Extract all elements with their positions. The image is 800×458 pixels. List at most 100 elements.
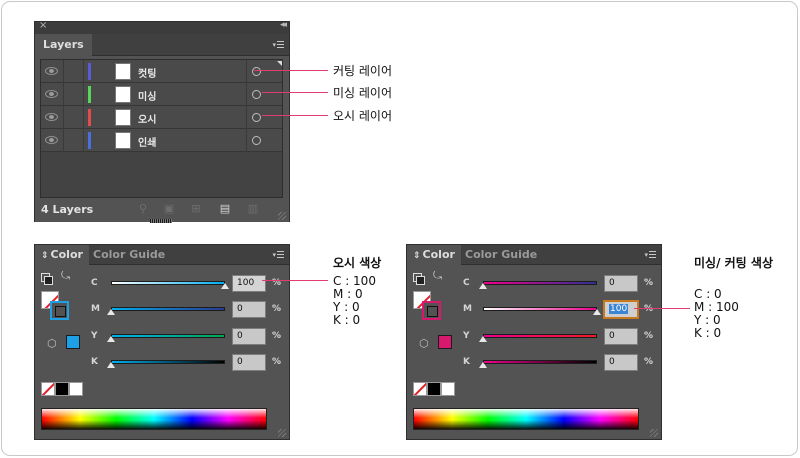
black-swatch[interactable] xyxy=(427,382,441,396)
layer-row-osi[interactable]: 오시 xyxy=(41,106,282,129)
m-slider-thumb[interactable] xyxy=(593,309,601,315)
percent-label: % xyxy=(644,278,654,288)
y-value-input[interactable]: 0 xyxy=(232,328,266,345)
visibility-eye-icon[interactable] xyxy=(45,67,58,75)
default-fill-stroke-icon[interactable] xyxy=(413,273,425,285)
gamut-color-swatch[interactable] xyxy=(438,335,452,349)
y-slider[interactable] xyxy=(111,334,225,338)
color-tabbar: ⇕ Color Color Guide ▾ xyxy=(35,245,289,266)
channel-label: Y xyxy=(91,331,98,341)
color-spectrum-ramp[interactable] xyxy=(413,408,639,430)
clipping-mask-icon[interactable]: ▣ xyxy=(163,203,175,215)
y-slider[interactable] xyxy=(483,334,597,338)
m-value-input[interactable]: 100 xyxy=(604,301,638,318)
channel-label: Y xyxy=(463,331,470,341)
quick-swatches xyxy=(41,382,84,396)
layer-row-print[interactable]: 인쇄 xyxy=(41,129,282,152)
scroll-grip[interactable] xyxy=(150,219,172,223)
close-icon[interactable]: × xyxy=(39,20,47,31)
resize-grip-icon[interactable] xyxy=(278,212,286,220)
black-swatch[interactable] xyxy=(55,382,69,396)
panel-menu-icon[interactable]: ▾ xyxy=(270,250,284,260)
visibility-eye-icon[interactable] xyxy=(45,136,58,144)
c-slider-thumb[interactable] xyxy=(479,283,487,289)
k-slider[interactable] xyxy=(111,360,225,364)
missing-color-values: C : 0 M : 100 Y : 0 K : 0 xyxy=(694,288,739,340)
resize-grip-icon[interactable] xyxy=(650,429,658,437)
k-value-input[interactable]: 0 xyxy=(232,354,266,371)
layer-row-missing[interactable]: 미싱 xyxy=(41,83,282,106)
layer-color-bar xyxy=(88,63,91,80)
y-slider-thumb[interactable] xyxy=(107,336,115,342)
c-slider[interactable] xyxy=(483,281,597,285)
divider xyxy=(246,106,247,129)
m-slider[interactable] xyxy=(483,307,597,311)
callout-osi-layer: 오시 레이어 xyxy=(333,109,393,123)
channel-c: C 100 % xyxy=(91,275,287,297)
layer-name[interactable]: 오시 xyxy=(138,111,156,126)
y-slider-thumb[interactable] xyxy=(479,336,487,342)
layer-name[interactable]: 컷팅 xyxy=(138,65,156,80)
c-value-input[interactable]: 100 xyxy=(232,275,266,292)
layer-row-cutting[interactable]: 컷팅 xyxy=(41,60,282,83)
y-value-input[interactable]: 0 xyxy=(604,328,638,345)
channel-y: Y 0 % xyxy=(91,328,287,350)
resize-grip-icon[interactable] xyxy=(278,429,286,437)
k-slider[interactable] xyxy=(483,360,597,364)
channel-c: C 0 % xyxy=(463,275,659,297)
panel-menu-icon[interactable]: ▾ xyxy=(270,40,284,50)
tab-color[interactable]: ⇕ Color xyxy=(35,245,89,266)
c-value-input[interactable]: 0 xyxy=(604,275,638,292)
visibility-eye-icon[interactable] xyxy=(45,113,58,121)
k-slider-thumb[interactable] xyxy=(107,362,115,368)
layer-color-bar xyxy=(88,109,91,126)
channel-m: M 0 % xyxy=(91,301,287,323)
tab-color[interactable]: ⇕ Color xyxy=(407,245,461,266)
gamut-color-swatch[interactable] xyxy=(66,335,80,349)
m-slider-thumb[interactable] xyxy=(107,309,115,315)
layer-color-bar xyxy=(88,86,91,103)
out-of-gamut-cube-icon[interactable]: ⬡ xyxy=(419,337,429,350)
tab-color-guide[interactable]: Color Guide xyxy=(459,245,543,265)
divider xyxy=(246,60,247,83)
target-circle-icon[interactable] xyxy=(252,90,261,99)
current-layer-indicator-icon xyxy=(277,61,282,66)
stroke-swatch[interactable] xyxy=(422,301,441,320)
m-slider[interactable] xyxy=(111,307,225,311)
white-swatch[interactable] xyxy=(69,382,83,396)
locate-object-icon[interactable]: ⚲ xyxy=(137,203,149,215)
panel-menu-icon[interactable]: ▾ xyxy=(642,250,656,260)
channel-k: K 0 % xyxy=(463,354,659,376)
target-circle-icon[interactable] xyxy=(252,136,261,145)
callout-line xyxy=(262,115,328,116)
layers-count: 4 Layers xyxy=(41,203,94,216)
new-sublayer-icon[interactable]: ⊞ xyxy=(190,203,202,215)
swap-fill-stroke-icon[interactable]: ⤿ xyxy=(61,269,70,283)
collapse-icon[interactable]: ◂◂ xyxy=(280,20,287,30)
trash-icon[interactable]: ▥ xyxy=(247,203,259,215)
c-slider[interactable] xyxy=(111,281,225,285)
m-value-input[interactable]: 0 xyxy=(232,301,266,318)
layer-name[interactable]: 인쇄 xyxy=(138,134,156,149)
layer-name[interactable]: 미싱 xyxy=(138,88,156,103)
default-fill-stroke-icon[interactable] xyxy=(41,273,53,285)
channel-label: K xyxy=(91,357,98,367)
tab-color-guide[interactable]: Color Guide xyxy=(87,245,171,265)
stroke-swatch[interactable] xyxy=(50,301,69,320)
k-value-input[interactable]: 0 xyxy=(604,354,638,371)
c-slider-thumb[interactable] xyxy=(221,283,229,289)
none-swatch[interactable] xyxy=(41,382,55,396)
target-circle-icon[interactable] xyxy=(252,67,261,76)
swap-fill-stroke-icon[interactable]: ⤿ xyxy=(433,269,442,283)
visibility-eye-icon[interactable] xyxy=(45,90,58,98)
target-circle-icon[interactable] xyxy=(252,113,261,122)
callout-line xyxy=(262,92,328,93)
new-layer-icon[interactable]: ▤ xyxy=(219,203,231,215)
color-spectrum-ramp[interactable] xyxy=(41,408,267,430)
tab-layers[interactable]: Layers xyxy=(35,34,92,57)
layer-thumbnail xyxy=(115,109,131,126)
none-swatch[interactable] xyxy=(413,382,427,396)
white-swatch[interactable] xyxy=(441,382,455,396)
out-of-gamut-cube-icon[interactable]: ⬡ xyxy=(47,337,57,350)
k-slider-thumb[interactable] xyxy=(479,362,487,368)
